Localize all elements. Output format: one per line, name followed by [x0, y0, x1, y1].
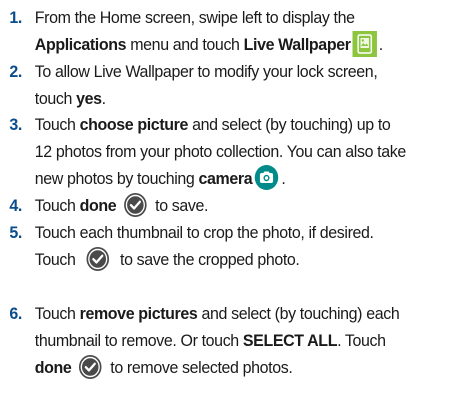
live-wallpaper-app-icon — [352, 30, 377, 57]
yes-label: yes — [76, 89, 102, 108]
text-run: Touch each thumbnail to crop the photo, … — [34, 223, 374, 242]
text-run: to remove selected photos. — [106, 358, 293, 377]
step-line: thumbnail to remove. Or touch SELECT ALL… — [35, 327, 473, 354]
step-number: 5. — [9, 223, 22, 242]
text-run: new photos by touching — [34, 169, 199, 188]
step-text: Touch remove pictures and select (by tou… — [35, 300, 473, 381]
step-text: Touch each thumbnail to crop the photo, … — [35, 219, 473, 273]
done-label: done — [79, 196, 117, 215]
live-wallpaper-label: Live Wallpaper — [243, 35, 351, 54]
done-label: done — [34, 358, 72, 377]
camera-icon — [254, 164, 280, 192]
check-circle-icon — [123, 192, 147, 218]
text-run: From the Home screen, swipe left to disp… — [34, 8, 355, 27]
text-run: Touch — [34, 250, 76, 269]
text-run: Touch — [34, 115, 80, 134]
text-run: . — [378, 35, 383, 54]
text-run: and select (by touching) each — [197, 304, 400, 323]
step-number: 2. — [9, 62, 22, 81]
text-run: Touch — [34, 196, 80, 215]
step-line: Applications menu and touch Live Wallpap… — [34, 30, 473, 58]
text-run: touch — [34, 89, 77, 108]
check-circle-icon — [78, 354, 102, 380]
camera-label: camera — [198, 169, 253, 188]
check-circle-icon — [86, 246, 110, 272]
text-run: to save. — [151, 196, 209, 215]
text-run: . — [101, 89, 106, 108]
step-line: Touch each thumbnail to crop the photo, … — [35, 219, 473, 246]
step-number: 3. — [9, 115, 22, 134]
text-run: to save the cropped photo. — [115, 250, 300, 269]
instruction-list: 1. From the Home screen, swipe left to d… — [0, 0, 473, 394]
step-line: Touch to save the cropped photo. — [35, 246, 473, 273]
text-run: menu and touch — [126, 35, 244, 54]
step-number: 1. — [9, 8, 22, 27]
text-run: and select (by touching) up to — [188, 115, 391, 134]
step-text: Touch done to save. — [35, 192, 473, 219]
step-line: Touch remove pictures and select (by tou… — [35, 300, 473, 327]
step-line: Touch done to save. — [35, 192, 473, 219]
step-text: Touch choose picture and select (by touc… — [35, 111, 473, 192]
remove-pictures-label: remove pictures — [79, 304, 198, 323]
step-number: 4. — [9, 196, 22, 215]
text-run: Touch — [34, 304, 80, 323]
applications-label: Applications — [34, 35, 127, 54]
step-text: To allow Live Wallpaper to modify your l… — [35, 58, 473, 112]
step-text: From the Home screen, swipe left to disp… — [35, 4, 473, 58]
select-all-label: SELECT ALL — [242, 331, 338, 350]
choose-picture-label: choose picture — [79, 115, 189, 134]
text-run: . — [281, 169, 286, 188]
text-run: thumbnail to remove. Or touch — [34, 331, 243, 350]
text-run: 12 photos from your photo collection. Yo… — [34, 142, 406, 161]
step-line: Touch choose picture and select (by touc… — [35, 111, 473, 138]
step-line: new photos by touching camera. — [34, 164, 473, 192]
text-run: To allow Live Wallpaper to modify your l… — [34, 62, 378, 81]
step-line: 12 photos from your photo collection. Yo… — [35, 138, 473, 165]
step-line: done to remove selected photos. — [35, 354, 473, 381]
step-line: From the Home screen, swipe left to disp… — [35, 4, 473, 31]
step-line: To allow Live Wallpaper to modify your l… — [35, 58, 473, 85]
step-number: 6. — [9, 304, 22, 323]
text-run: . Touch — [337, 331, 386, 350]
step-line: touch yes. — [35, 85, 473, 112]
